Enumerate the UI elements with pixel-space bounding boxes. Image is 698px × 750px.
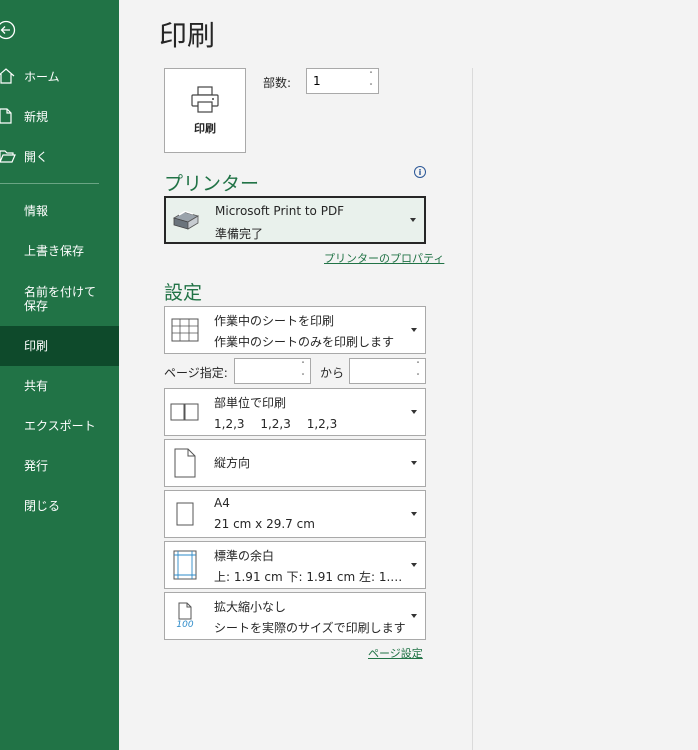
collation-dropdown[interactable]: 部単位で印刷 1,2,3 1,2,3 1,2,3 (164, 388, 426, 436)
spin-down-icon[interactable]: ˅ (413, 372, 423, 382)
collation-desc: 1,2,3 1,2,3 1,2,3 (214, 417, 338, 431)
printer-icon (191, 85, 219, 113)
margins-dropdown[interactable]: 標準の余白 上: 1.91 cm 下: 1.91 cm 左: 1.78 cm 右… (164, 541, 426, 589)
nav-divider (0, 183, 99, 184)
chevron-down-icon (411, 614, 417, 618)
chevron-down-icon (411, 461, 417, 465)
sheet-grid-icon (170, 315, 200, 345)
nav-save-as[interactable]: 名前を付けて保存 (0, 278, 112, 320)
nav-label: 上書き保存 (24, 244, 85, 258)
printer-status: 準備完了 (215, 227, 264, 241)
page-to-stepper[interactable]: ˄ ˅ (349, 358, 426, 384)
home-icon (0, 68, 22, 84)
nav-label: 共有 (24, 379, 49, 393)
orientation-title: 縦方向 (214, 456, 251, 470)
page-to-label: から (320, 366, 345, 380)
settings-section-title: 設定 (164, 282, 203, 304)
nav-label: 新規 (24, 109, 49, 124)
printer-dropdown[interactable]: Microsoft Print to PDF 準備完了 (164, 196, 426, 244)
page-from-stepper[interactable]: ˄ ˅ (234, 358, 311, 384)
spin-up-icon[interactable]: ˄ (413, 360, 423, 370)
margins-title: 標準の余白 (214, 549, 275, 563)
nav-label: 情報 (24, 204, 49, 218)
chevron-down-icon (411, 563, 417, 567)
paper-size-title: A4 (214, 496, 230, 510)
print-what-dropdown[interactable]: 作業中のシートを印刷 作業中のシートのみを印刷します (164, 306, 426, 354)
nav-print[interactable]: 印刷 (0, 326, 119, 366)
portrait-page-icon (170, 448, 200, 478)
backstage-sidebar: ホーム 新規 開く 情報 上書き保存 名前を付けて保存 印刷 共有 エクスポート… (0, 0, 119, 750)
back-arrow-icon (0, 20, 16, 40)
print-panel: 印刷 印刷 部数: ˄ ˅ プリンター i Microsoft Print to… (119, 0, 698, 750)
print-button-label: 印刷 (194, 121, 216, 135)
printer-section-title: プリンター (164, 173, 260, 195)
chevron-down-icon (411, 512, 417, 516)
scaling-icon-text: 100 (176, 620, 194, 630)
chevron-down-icon (410, 218, 416, 222)
nav-label: 発行 (24, 459, 49, 473)
spin-down-icon[interactable]: ˅ (366, 82, 376, 92)
nav-share[interactable]: 共有 (0, 366, 119, 406)
nav-export[interactable]: エクスポート (0, 406, 119, 446)
scaling-desc: シートを実際のサイズで印刷します (214, 621, 406, 635)
nav-info[interactable]: 情報 (0, 191, 119, 231)
print-preview-area (472, 68, 698, 750)
nav-close[interactable]: 閉じる (0, 486, 119, 526)
scaling-dropdown[interactable]: 100 拡大縮小なし シートを実際のサイズで印刷します (164, 592, 426, 640)
spin-up-icon[interactable]: ˄ (298, 360, 308, 370)
page-setup-link[interactable]: ページ設定 (368, 645, 423, 661)
nav-home[interactable]: ホーム (0, 56, 119, 96)
page-title: 印刷 (159, 19, 216, 52)
spin-up-icon[interactable]: ˄ (366, 70, 376, 80)
printer-device-icon (171, 205, 201, 235)
print-what-desc: 作業中のシートのみを印刷します (214, 335, 395, 349)
page-range-label: ページ指定: (164, 366, 228, 380)
chevron-down-icon (411, 410, 417, 414)
spin-down-icon[interactable]: ˅ (298, 372, 308, 382)
collated-pages-icon (170, 397, 200, 427)
print-button[interactable]: 印刷 (164, 68, 246, 153)
collation-title: 部単位で印刷 (214, 396, 287, 410)
paper-size-desc: 21 cm x 29.7 cm (214, 517, 315, 531)
page-to-spin-arrows[interactable]: ˄ ˅ (413, 360, 423, 382)
scaling-icon: 100 (170, 601, 200, 631)
nav-label: 名前を付けて保存 (24, 285, 97, 313)
folder-open-icon (0, 148, 22, 164)
margins-desc: 上: 1.91 cm 下: 1.91 cm 左: 1.78 cm 右: 1.78… (214, 570, 408, 584)
margins-icon (170, 550, 200, 580)
info-icon[interactable]: i (414, 166, 426, 178)
nav-open[interactable]: 開く (0, 136, 119, 176)
orientation-dropdown[interactable]: 縦方向 (164, 439, 426, 487)
copies-stepper[interactable]: ˄ ˅ (306, 68, 379, 94)
nav-label: エクスポート (24, 419, 96, 433)
page-from-spin-arrows[interactable]: ˄ ˅ (298, 360, 308, 382)
printer-name: Microsoft Print to PDF (215, 204, 345, 218)
nav-label: 開く (24, 149, 49, 164)
nav-publish[interactable]: 発行 (0, 446, 119, 486)
copies-label: 部数: (263, 76, 292, 90)
nav-new[interactable]: 新規 (0, 96, 119, 136)
printer-properties-link[interactable]: プリンターのプロパティ (324, 250, 444, 266)
nav-label: ホーム (24, 69, 60, 84)
paper-icon (170, 499, 200, 529)
copies-spin-arrows[interactable]: ˄ ˅ (366, 70, 376, 92)
new-document-icon (0, 108, 22, 124)
nav-save[interactable]: 上書き保存 (0, 231, 119, 271)
nav-label: 印刷 (24, 339, 49, 353)
nav-label: 閉じる (24, 499, 61, 513)
chevron-down-icon (411, 328, 417, 332)
print-what-title: 作業中のシートを印刷 (214, 314, 335, 328)
paper-size-dropdown[interactable]: A4 21 cm x 29.7 cm (164, 490, 426, 538)
scaling-title: 拡大縮小なし (214, 600, 287, 614)
back-button[interactable] (0, 16, 20, 44)
